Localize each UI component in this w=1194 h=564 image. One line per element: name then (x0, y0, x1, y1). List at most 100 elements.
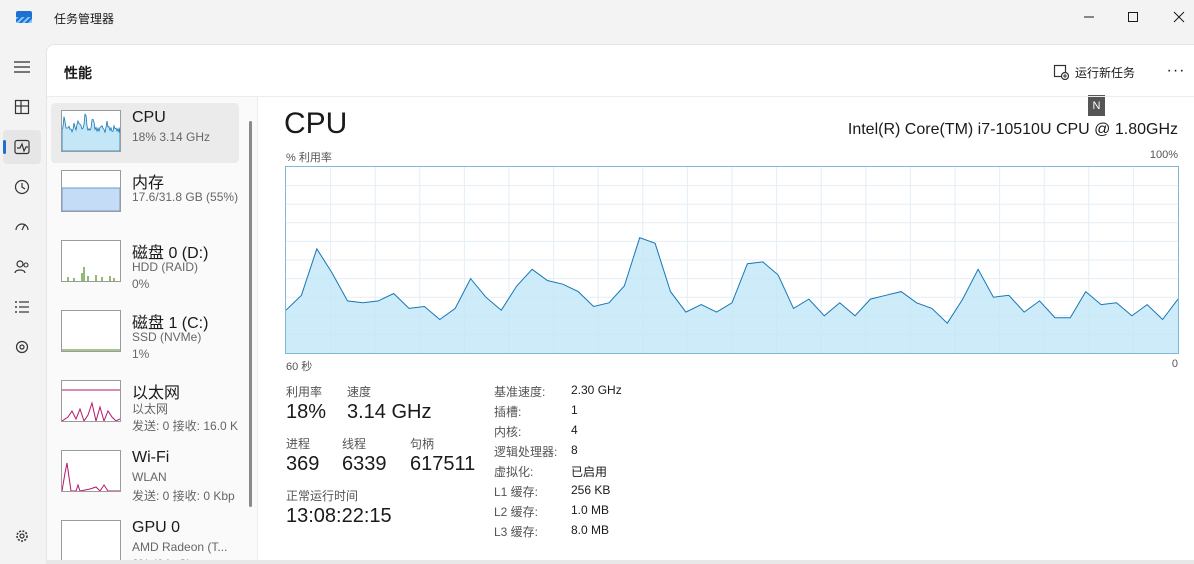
utilization-label: 利用率 (286, 385, 323, 399)
nav-details[interactable] (3, 290, 41, 324)
utilization-value: 18% (286, 401, 327, 423)
speedometer-icon (15, 223, 29, 231)
spec-l3-cache-label: L3 缓存: (494, 525, 539, 539)
cpu-graph-svg (285, 167, 1179, 353)
device-disk-0-thumbnail (61, 240, 121, 282)
spec-base-speed-label: 基准速度: (494, 385, 546, 399)
spec-l2-cache-value: 1.0 MB (571, 503, 610, 517)
device-usage: 0% (132, 277, 150, 291)
run-new-task-label: 运行新任务 (1075, 65, 1136, 80)
device-disk-1[interactable]: 磁盘 1 (C:) SSD (NVMe) 1% (51, 303, 239, 363)
device-cpu-thumbnail (61, 110, 121, 152)
mini-graph (62, 521, 120, 561)
mini-graph (62, 187, 120, 211)
handles-label: 句柄 (410, 437, 435, 451)
mini-graph (67, 267, 115, 281)
device-usage: 1% (132, 347, 150, 361)
device-list-scrollbar[interactable] (249, 121, 252, 507)
mini-graph (62, 349, 120, 351)
nav-app-history[interactable] (3, 170, 41, 204)
speed-label: 速度 (347, 385, 372, 399)
keytip-badge: N (1088, 95, 1105, 116)
device-subtitle: WLAN (132, 470, 167, 484)
speed-value: 3.14 GHz (347, 401, 432, 423)
processes-label: 进程 (286, 437, 311, 451)
graph-max-label: 100% (1149, 149, 1178, 161)
maximize-button[interactable] (1110, 0, 1156, 34)
main-panel: 性能 运行新任务 ··· N CPU 18% 3.14 GHz 内存 17.6/31.… (46, 44, 1194, 564)
device-subtitle: HDD (RAID) (132, 260, 198, 274)
cpu-utilization-graph (285, 166, 1179, 354)
nav-settings[interactable] (3, 519, 41, 553)
spec-logical-processors-value: 8 (571, 443, 578, 457)
device-usage: 发送: 0 接收: 0 Kbp (132, 489, 235, 503)
graph-utilization-label: % 利用率 (286, 152, 332, 164)
processes-value: 369 (286, 453, 320, 475)
device-gpu-0[interactable]: GPU 0AMD Radeon (T...0% (64 °C) (51, 513, 239, 564)
cpu-model-name: Intel(R) Core(TM) i7-10510U CPU @ 1.80GH… (847, 121, 1178, 138)
device-subtitle: SSD (NVMe) (132, 330, 202, 344)
hamburger-menu-button[interactable] (3, 50, 41, 84)
nav-users[interactable] (3, 250, 41, 284)
spec-sockets-label: 插槽: (494, 405, 522, 419)
spec-logical-processors-label: 逻辑处理器: (494, 445, 558, 459)
uptime-label: 正常运行时间 (286, 489, 359, 503)
spec-l3-cache-value: 8.0 MB (571, 523, 610, 537)
list-divider (257, 97, 258, 564)
device-ethernet[interactable]: 以太网 以太网 发送: 0 接收: 16.0 K (51, 373, 239, 433)
run-new-task-button[interactable]: 运行新任务 (1053, 61, 1135, 83)
spec-cores-value: 4 (571, 423, 578, 437)
spec-l1-cache-label: L1 缓存: (494, 485, 539, 499)
spec-l2-cache-label: L2 缓存: (494, 505, 539, 519)
spec-virtualization-label: 虚拟化: (494, 465, 534, 479)
new-task-icon (1053, 64, 1069, 80)
task-manager-app-icon (16, 11, 32, 23)
spec-sockets-value: 1 (571, 403, 578, 417)
threads-value: 6339 (342, 453, 387, 475)
device-ethernet-thumbnail (61, 380, 121, 422)
spec-virtualization-value: 已启用 (571, 465, 608, 479)
device-cpu[interactable]: CPU 18% 3.14 GHz (51, 103, 239, 163)
hamburger-icon (14, 61, 30, 73)
maximize-icon (1128, 12, 1138, 22)
device-usage: 发送: 0 接收: 16.0 K (132, 419, 239, 433)
device-subtitle: AMD Radeon (T... (132, 540, 228, 554)
mini-graph (62, 389, 120, 421)
nav-processes[interactable] (3, 90, 41, 124)
history-icon (14, 179, 30, 195)
device-name: Wi-Fi (132, 449, 170, 466)
mini-graph (62, 113, 120, 151)
nav-services[interactable] (3, 330, 41, 364)
threads-label: 线程 (342, 437, 367, 451)
minimize-button[interactable] (1066, 0, 1112, 34)
device-gpu-0-thumbnail (61, 520, 121, 562)
graph-time-label: 60 秒 (286, 361, 313, 373)
window-bottom-edge (46, 560, 1194, 564)
detail-title: CPU (284, 107, 348, 140)
gear-icon (16, 530, 28, 542)
services-puzzle-icon (15, 340, 29, 354)
uptime-value: 13:08:22:15 (286, 505, 392, 527)
device-subtitle: 以太网 (132, 402, 169, 416)
graph-zero-label: 0 (1171, 358, 1178, 370)
device-memory[interactable]: 内存 17.6/31.8 GB (55%) (51, 163, 239, 223)
details-list-icon (15, 301, 29, 313)
device-subtitle: 18% 3.14 GHz (132, 130, 211, 144)
mini-graph (62, 462, 120, 491)
spec-l1-cache-value: 256 KB (571, 483, 611, 497)
device-disk-1-thumbnail (61, 310, 121, 352)
device-wifi[interactable]: Wi-Fi WLAN 发送: 0 接收: 0 Kbp (51, 443, 239, 503)
device-subtitle: 17.6/31.8 GB (55%) (132, 190, 239, 204)
nav-startup-apps[interactable] (3, 210, 41, 244)
performance-icon (14, 139, 30, 155)
page-title: 性能 (64, 65, 92, 81)
device-disk-0[interactable]: 磁盘 0 (D:) HDD (RAID) 0% (51, 233, 239, 293)
close-icon (1173, 11, 1185, 23)
users-icon (14, 260, 29, 274)
window-title: 任务管理器 (54, 12, 115, 26)
device-name: CPU (132, 109, 166, 126)
processes-icon (14, 99, 30, 115)
nav-performance[interactable] (3, 130, 41, 164)
close-button[interactable] (1156, 0, 1194, 34)
more-options-button[interactable]: ··· (1163, 59, 1189, 83)
